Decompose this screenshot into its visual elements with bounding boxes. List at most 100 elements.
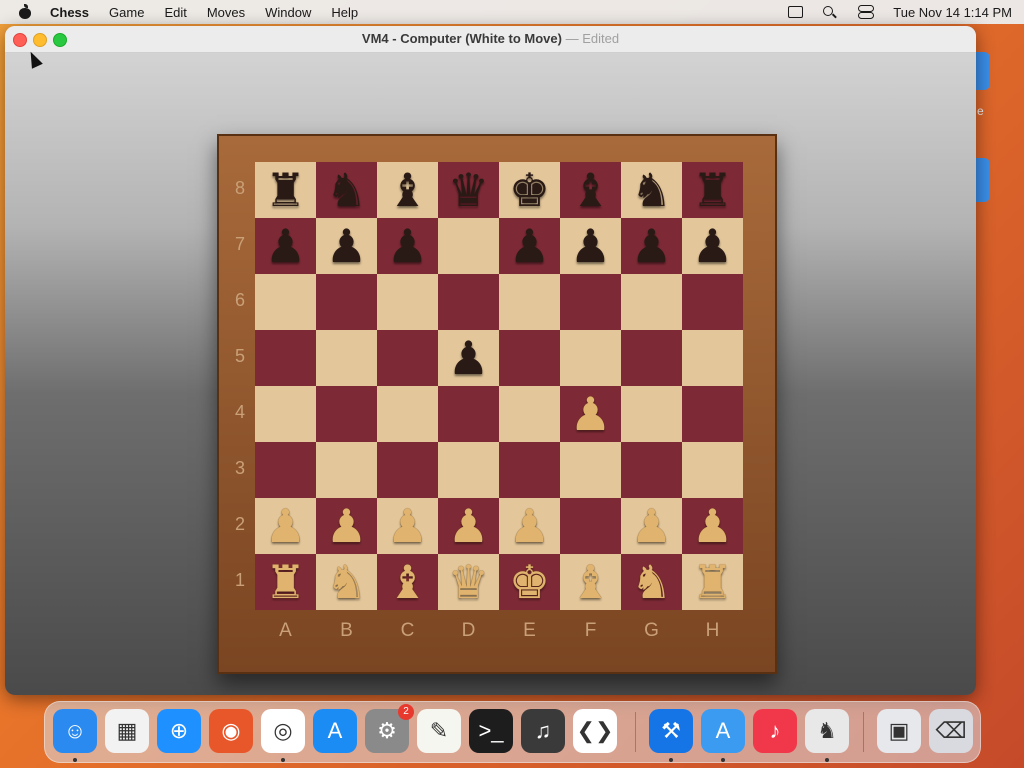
vscode-icon[interactable]: ❮❯ (573, 709, 617, 753)
square-g8[interactable]: ♞ (621, 162, 682, 218)
square-h7[interactable]: ♟ (682, 218, 743, 274)
music-icon[interactable]: ♪ (753, 709, 797, 753)
window-titlebar[interactable]: VM4 - Computer (White to Move) — Edited (5, 26, 976, 53)
square-c6[interactable] (377, 274, 438, 330)
minimize-window-button[interactable] (33, 33, 47, 47)
black-pawn-icon[interactable]: ♟ (326, 218, 367, 274)
menu-app-chess[interactable]: Chess (50, 5, 89, 20)
menu-window[interactable]: Window (265, 5, 311, 20)
black-king-icon[interactable]: ♚ (509, 162, 550, 218)
black-pawn-icon[interactable]: ♟ (631, 218, 672, 274)
white-pawn-icon[interactable]: ♟ (326, 498, 367, 554)
menu-moves[interactable]: Moves (207, 5, 245, 20)
square-b2[interactable]: ♟ (316, 498, 377, 554)
preview-icon[interactable]: ▣ (877, 709, 921, 753)
black-queen-icon[interactable]: ♛ (448, 162, 489, 218)
square-a3[interactable] (255, 442, 316, 498)
simulator-icon[interactable]: A (701, 709, 745, 753)
menu-help[interactable]: Help (331, 5, 358, 20)
square-g3[interactable] (621, 442, 682, 498)
square-c2[interactable]: ♟ (377, 498, 438, 554)
white-pawn-icon[interactable]: ♟ (448, 498, 489, 554)
square-a2[interactable]: ♟ (255, 498, 316, 554)
white-knight-icon[interactable]: ♞ (631, 554, 672, 610)
square-b7[interactable]: ♟ (316, 218, 377, 274)
square-h1[interactable]: ♜ (682, 554, 743, 610)
black-pawn-icon[interactable]: ♟ (570, 218, 611, 274)
white-pawn-icon[interactable]: ♟ (509, 498, 550, 554)
square-g1[interactable]: ♞ (621, 554, 682, 610)
control-center-icon[interactable] (857, 5, 875, 19)
square-d6[interactable] (438, 274, 499, 330)
trash-icon[interactable]: ⌫ (929, 709, 973, 753)
stage-manager-icon[interactable] (788, 6, 804, 18)
square-d3[interactable] (438, 442, 499, 498)
app-store-icon[interactable]: A (313, 709, 357, 753)
white-bishop-icon[interactable]: ♝ (570, 554, 611, 610)
white-rook-icon[interactable]: ♜ (692, 554, 733, 610)
square-h2[interactable]: ♟ (682, 498, 743, 554)
square-b8[interactable]: ♞ (316, 162, 377, 218)
black-pawn-icon[interactable]: ♟ (448, 330, 489, 386)
black-bishop-icon[interactable]: ♝ (387, 162, 428, 218)
square-a1[interactable]: ♜ (255, 554, 316, 610)
finder-icon[interactable]: ☺ (53, 709, 97, 753)
square-c7[interactable]: ♟ (377, 218, 438, 274)
white-pawn-icon[interactable]: ♟ (631, 498, 672, 554)
square-c4[interactable] (377, 386, 438, 442)
square-g7[interactable]: ♟ (621, 218, 682, 274)
menu-game[interactable]: Game (109, 5, 144, 20)
white-pawn-icon[interactable]: ♟ (692, 498, 733, 554)
square-c8[interactable]: ♝ (377, 162, 438, 218)
firefox-icon[interactable]: ◉ (209, 709, 253, 753)
square-f1[interactable]: ♝ (560, 554, 621, 610)
square-e7[interactable]: ♟ (499, 218, 560, 274)
square-h8[interactable]: ♜ (682, 162, 743, 218)
square-b6[interactable] (316, 274, 377, 330)
square-b1[interactable]: ♞ (316, 554, 377, 610)
square-e1[interactable]: ♚ (499, 554, 560, 610)
square-g4[interactable] (621, 386, 682, 442)
black-rook-icon[interactable]: ♜ (265, 162, 306, 218)
launchpad-icon[interactable]: ▦ (105, 709, 149, 753)
square-c5[interactable] (377, 330, 438, 386)
white-pawn-icon[interactable]: ♟ (265, 498, 306, 554)
chess-icon[interactable]: ♞ (805, 709, 849, 753)
square-g5[interactable] (621, 330, 682, 386)
square-d8[interactable]: ♛ (438, 162, 499, 218)
terminal-icon[interactable]: >_ (469, 709, 513, 753)
white-knight-icon[interactable]: ♞ (326, 554, 367, 610)
square-h5[interactable] (682, 330, 743, 386)
black-pawn-icon[interactable]: ♟ (265, 218, 306, 274)
black-knight-icon[interactable]: ♞ (326, 162, 367, 218)
square-f5[interactable] (560, 330, 621, 386)
white-bishop-icon[interactable]: ♝ (387, 554, 428, 610)
black-rook-icon[interactable]: ♜ (692, 162, 733, 218)
square-d5[interactable]: ♟ (438, 330, 499, 386)
system-settings-icon[interactable]: ⚙ 2 (365, 704, 414, 753)
black-pawn-icon[interactable]: ♟ (692, 218, 733, 274)
white-pawn-icon[interactable]: ♟ (387, 498, 428, 554)
square-a5[interactable] (255, 330, 316, 386)
square-d4[interactable] (438, 386, 499, 442)
black-bishop-icon[interactable]: ♝ (570, 162, 611, 218)
square-c3[interactable] (377, 442, 438, 498)
square-f4[interactable]: ♟ (560, 386, 621, 442)
square-g6[interactable] (621, 274, 682, 330)
white-rook-icon[interactable]: ♜ (265, 554, 306, 610)
square-a6[interactable] (255, 274, 316, 330)
black-knight-icon[interactable]: ♞ (631, 162, 672, 218)
square-e2[interactable]: ♟ (499, 498, 560, 554)
square-a4[interactable] (255, 386, 316, 442)
background-window-edge[interactable] (976, 52, 990, 90)
square-e4[interactable] (499, 386, 560, 442)
spotlight-search-icon[interactable] (821, 5, 839, 19)
background-window-edge[interactable] (976, 158, 990, 202)
square-f7[interactable]: ♟ (560, 218, 621, 274)
square-f2[interactable] (560, 498, 621, 554)
square-d2[interactable]: ♟ (438, 498, 499, 554)
square-b5[interactable] (316, 330, 377, 386)
white-pawn-icon[interactable]: ♟ (570, 386, 611, 442)
menu-bar-clock[interactable]: Tue Nov 14 1:14 PM (893, 5, 1012, 20)
apple-menu-icon[interactable] (18, 4, 32, 20)
